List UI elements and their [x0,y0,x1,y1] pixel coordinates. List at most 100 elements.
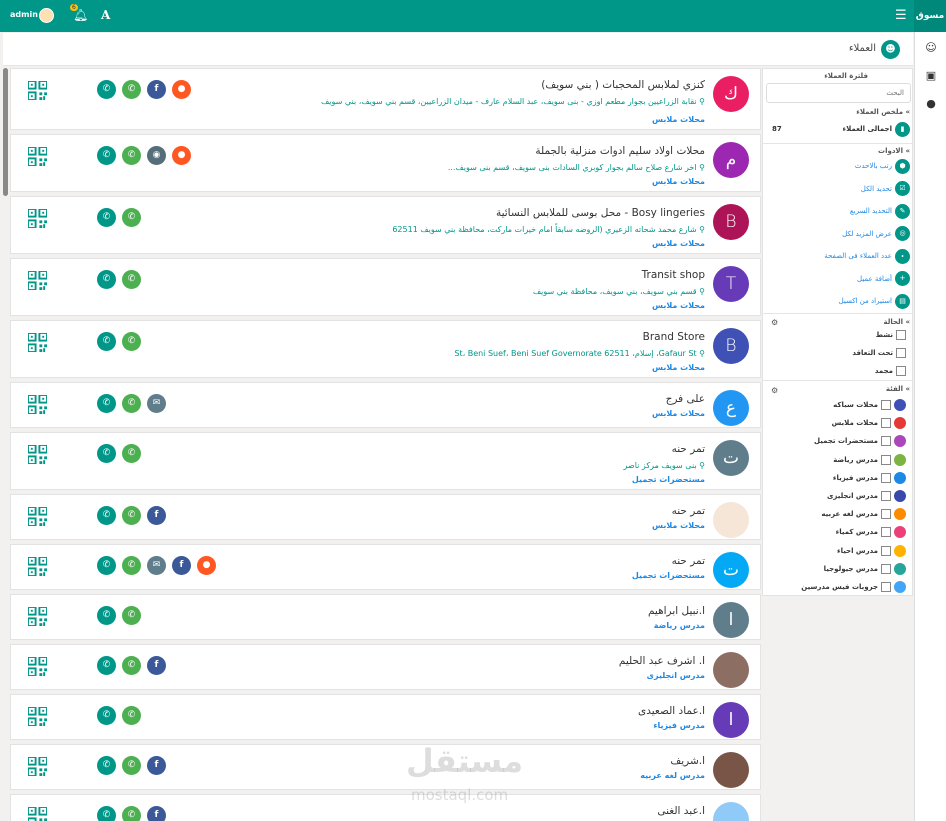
whatsapp-icon[interactable]: ✆ [122,444,141,463]
category-checkbox[interactable] [881,436,891,447]
email-icon[interactable]: ✉ [147,556,166,575]
customer-card[interactable]: ا.شريف مدرس لغه عربيه ✆ ✆ f [10,744,761,790]
customer-avatar[interactable]: T [713,266,749,302]
qr-code-icon[interactable] [27,444,48,465]
category-checkbox[interactable] [881,509,891,520]
whatsapp-icon[interactable]: ✆ [122,756,141,775]
phone-icon[interactable]: ✆ [97,394,116,413]
qr-code-icon[interactable] [27,556,48,577]
customer-address[interactable]: ⚲ Gafaur St، إسلام، St، Beni Suef، Beni … [454,349,705,358]
customer-category[interactable]: محلات ملابس [652,115,705,124]
category-filter[interactable]: مدرس فيزياء [833,471,906,484]
email-icon[interactable]: ✉ [147,394,166,413]
customer-avatar[interactable] [713,502,749,538]
customer-address[interactable]: ⚲ قسم بني سويف، بني سويف، محافظة بني سوي… [533,287,705,296]
tool-label[interactable]: عدد العملاء فى الصفحة [824,252,892,260]
qr-code-icon[interactable] [27,146,48,167]
facebook-icon[interactable]: f [147,506,166,525]
customer-address[interactable]: ⚲ نقابة الزراعيين بجوار مطعم اوزي - بنى … [321,97,705,106]
facebook-icon[interactable]: f [147,806,166,821]
phone-icon[interactable]: ✆ [97,146,116,165]
customer-name[interactable]: Brand Store [643,331,705,343]
phone-icon[interactable]: ✆ [97,556,116,575]
qr-code-icon[interactable] [27,208,48,229]
tool-label[interactable]: عرض المزيد لكل [842,230,892,238]
facebook-icon[interactable]: f [147,656,166,675]
customer-address[interactable]: ⚲ شارع محمد شحاته الزعيري (الروضه سابقاً… [392,225,705,234]
category-filter[interactable]: محلات ملابس [832,417,906,430]
qr-code-icon[interactable] [27,756,48,777]
customer-name[interactable]: كنزي لملابس المحجبات ( بني سويف) [541,79,705,91]
phone-icon[interactable]: ✆ [97,270,116,289]
category-checkbox[interactable] [881,563,891,574]
customer-name[interactable]: ا. اشرف عبد الحليم [619,655,705,667]
qr-code-icon[interactable] [27,706,48,727]
tool-item[interactable]: ⬩ عدد العملاء فى الصفحة [824,247,910,265]
bell-icon[interactable]: 🔔︎ [73,8,88,22]
qr-code-icon[interactable] [27,506,48,527]
phone-icon[interactable]: ✆ [97,444,116,463]
phone-icon[interactable]: ✆ [97,706,116,725]
whatsapp-icon[interactable]: ✆ [122,656,141,675]
whatsapp-icon[interactable]: ✆ [122,556,141,575]
customer-category[interactable]: محلات ملابس [652,239,705,248]
customer-card[interactable]: تمر حنه محلات ملابس ✆ ✆ f [10,494,761,540]
tool-label[interactable]: أضافة عميل [857,275,892,283]
customer-category[interactable]: مدرس لغه عربيه [640,771,705,780]
qr-code-icon[interactable] [27,606,48,627]
customer-name[interactable]: ا.نبيل ابراهيم [648,605,705,617]
qr-code-icon[interactable] [27,394,48,415]
whatsapp-icon[interactable]: ✆ [122,606,141,625]
whatsapp-icon[interactable]: ✆ [122,506,141,525]
check-all-icon[interactable]: ☑ [895,181,910,196]
qr-code-icon[interactable] [27,80,48,101]
category-checkbox[interactable] [881,472,891,483]
status-checkbox[interactable] [896,330,906,340]
customer-address[interactable]: ⚲ بنى سويف مركز ناصر [624,461,705,470]
customer-category[interactable]: محلات ملابس [652,521,705,530]
contacts-icon[interactable]: ▣ [923,68,939,84]
customer-name[interactable]: تمر حنه [672,555,705,567]
messenger-icon[interactable]: ● [197,556,216,575]
list-scrollbar[interactable] [3,68,8,196]
qr-code-icon[interactable] [27,806,48,821]
phone-icon[interactable]: ✆ [97,506,116,525]
status-checkbox[interactable] [896,348,906,358]
category-filter[interactable]: محلات سباكه [833,399,906,411]
category-filter[interactable]: مدرس لغه عربيه [821,508,906,521]
customer-category[interactable]: مدرس فيزياء [653,721,705,730]
search-input[interactable] [766,83,911,103]
customer-avatar[interactable] [713,752,749,788]
messenger-icon[interactable]: ● [172,146,191,165]
status-filter[interactable]: نشط [876,330,906,340]
customer-card[interactable]: B Brand Store ⚲ Gafaur St، إسلام، St، Beni… [10,320,761,378]
tool-item[interactable]: ✎ التحديد السريع [850,202,910,220]
phone-icon[interactable]: ✆ [97,606,116,625]
status-filter[interactable]: مجمد [875,366,906,376]
category-filter[interactable]: جروبات فيس مدرسين [801,581,906,593]
customer-card[interactable]: ا.عبد الغنى ✆ ✆ f [10,794,761,821]
quick-select-icon[interactable]: ✎ [895,203,910,219]
chat-icon[interactable]: ● [923,96,939,112]
customer-card[interactable]: B Bosy lingeries - محل بوسى للملابس النسا… [10,196,761,254]
whatsapp-icon[interactable]: ✆ [122,706,141,725]
customer-avatar[interactable]: م [713,142,749,178]
whatsapp-icon[interactable]: ✆ [122,80,141,99]
category-checkbox[interactable] [881,400,891,410]
customer-card[interactable]: ت تمر حنه مستحضرات تجميل ✆ ✆ ✉ f ● [10,544,761,590]
category-filter[interactable]: مدرس رياضة [833,453,906,466]
customer-avatar[interactable]: ع [713,390,749,426]
status-checkbox[interactable] [896,366,906,376]
customer-card[interactable]: T Transit shop ⚲ قسم بني سويف، بني سويف، م… [10,258,761,316]
customer-category[interactable]: محلات ملابس [652,409,705,418]
customer-card[interactable]: ت تمر حنه ⚲ بنى سويف مركز ناصر مستحضرات تجم… [10,432,761,490]
settings-gears-icon[interactable]: ⚙ [771,318,778,327]
customer-avatar[interactable]: ك [713,76,749,112]
customer-category[interactable]: محلات ملابس [652,301,705,310]
tool-item[interactable]: ⬢ رتب بالاحدث [855,157,910,175]
menu-icon[interactable]: ☰ [895,8,907,23]
customer-name[interactable]: ا.عبد الغنى [657,805,705,817]
whatsapp-icon[interactable]: ✆ [122,394,141,413]
facebook-icon[interactable]: f [147,80,166,99]
phone-icon[interactable]: ✆ [97,332,116,351]
